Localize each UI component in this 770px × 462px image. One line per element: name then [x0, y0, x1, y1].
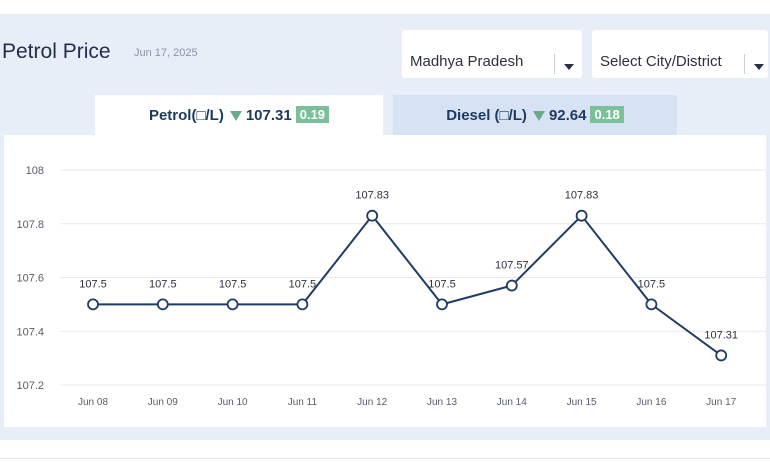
state-select[interactable]: Madhya Pradesh: [402, 30, 582, 78]
data-label: 107.5: [219, 278, 247, 290]
state-select-divider: [554, 54, 555, 74]
data-label: 107.57: [495, 260, 529, 272]
y-tick-label: 107.8: [16, 219, 44, 231]
y-tick-label: 107.2: [16, 380, 44, 392]
data-label: 107.5: [428, 278, 456, 290]
city-select[interactable]: Select City/District: [592, 30, 768, 78]
tab-diesel[interactable]: Diesel (□/L) 92.64 0.18: [393, 95, 677, 135]
x-tick-label: Jun 12: [357, 397, 387, 408]
chevron-down-icon: [754, 64, 764, 70]
tab-petrol[interactable]: Petrol(□/L) 107.31 0.19: [95, 95, 383, 135]
city-select-divider: [744, 54, 745, 74]
data-point: [505, 279, 518, 292]
x-tick-label: Jun 09: [148, 397, 178, 408]
trend-down-icon: [532, 110, 545, 121]
tab-petrol-label: Petrol(□/L): [148, 107, 224, 124]
state-select-value: Madhya Pradesh: [410, 53, 524, 70]
data-point: [645, 298, 658, 311]
y-tick-label: 107.6: [16, 273, 44, 285]
tab-petrol-change-badge: 0.19: [295, 106, 330, 123]
chevron-down-icon: [564, 64, 574, 70]
data-label: 107.83: [565, 190, 599, 202]
series-line: [93, 214, 722, 357]
data-point: [436, 298, 448, 311]
price-line-chart: 108 107.8 107.6 107.4 107.2 Jun 08 Jun 09 Jun 1…: [16, 165, 766, 408]
x-tick-label: Jun 14: [497, 397, 527, 408]
data-label: 107.83: [355, 190, 389, 202]
data-point: [87, 298, 99, 311]
divider: [0, 458, 770, 459]
tab-diesel-label: Diesel (□/L): [446, 107, 527, 124]
x-tick-label: Jun 13: [427, 397, 457, 408]
y-tick-label: 108: [26, 165, 44, 177]
x-tick-label: Jun 10: [218, 397, 248, 408]
chart-panel: 108 107.8 107.6 107.4 107.2 Jun 08 Jun 09 Jun 1…: [4, 135, 766, 427]
x-tick-label: Jun 08: [78, 397, 108, 408]
data-label: 107.5: [149, 278, 177, 290]
y-tick-label: 107.4: [16, 326, 44, 338]
data-point: [366, 209, 379, 222]
x-tick-label: Jun 15: [567, 397, 597, 408]
x-tick-label: Jun 17: [706, 397, 736, 408]
city-select-value: Select City/District: [600, 53, 722, 70]
data-point: [575, 209, 588, 222]
tab-diesel-price: 92.64: [548, 107, 587, 124]
tab-diesel-change-badge: 0.18: [590, 106, 624, 123]
page-title: Petrol Price: [2, 40, 111, 63]
data-point: [156, 298, 169, 311]
bottom-strip: [0, 440, 770, 462]
price-date: Jun 17, 2025: [134, 47, 198, 59]
x-tick-label: Jun 16: [636, 397, 666, 408]
data-label: 107.5: [79, 278, 107, 290]
data-point: [296, 298, 309, 311]
trend-down-icon: [229, 110, 242, 121]
data-label: 107.31: [704, 329, 738, 341]
tab-petrol-price: 107.31: [245, 107, 292, 124]
data-label: 107.5: [289, 278, 317, 290]
data-label: 107.5: [638, 278, 666, 290]
data-point: [226, 298, 239, 311]
x-tick-label: Jun 11: [288, 397, 318, 408]
data-point: [715, 349, 728, 362]
